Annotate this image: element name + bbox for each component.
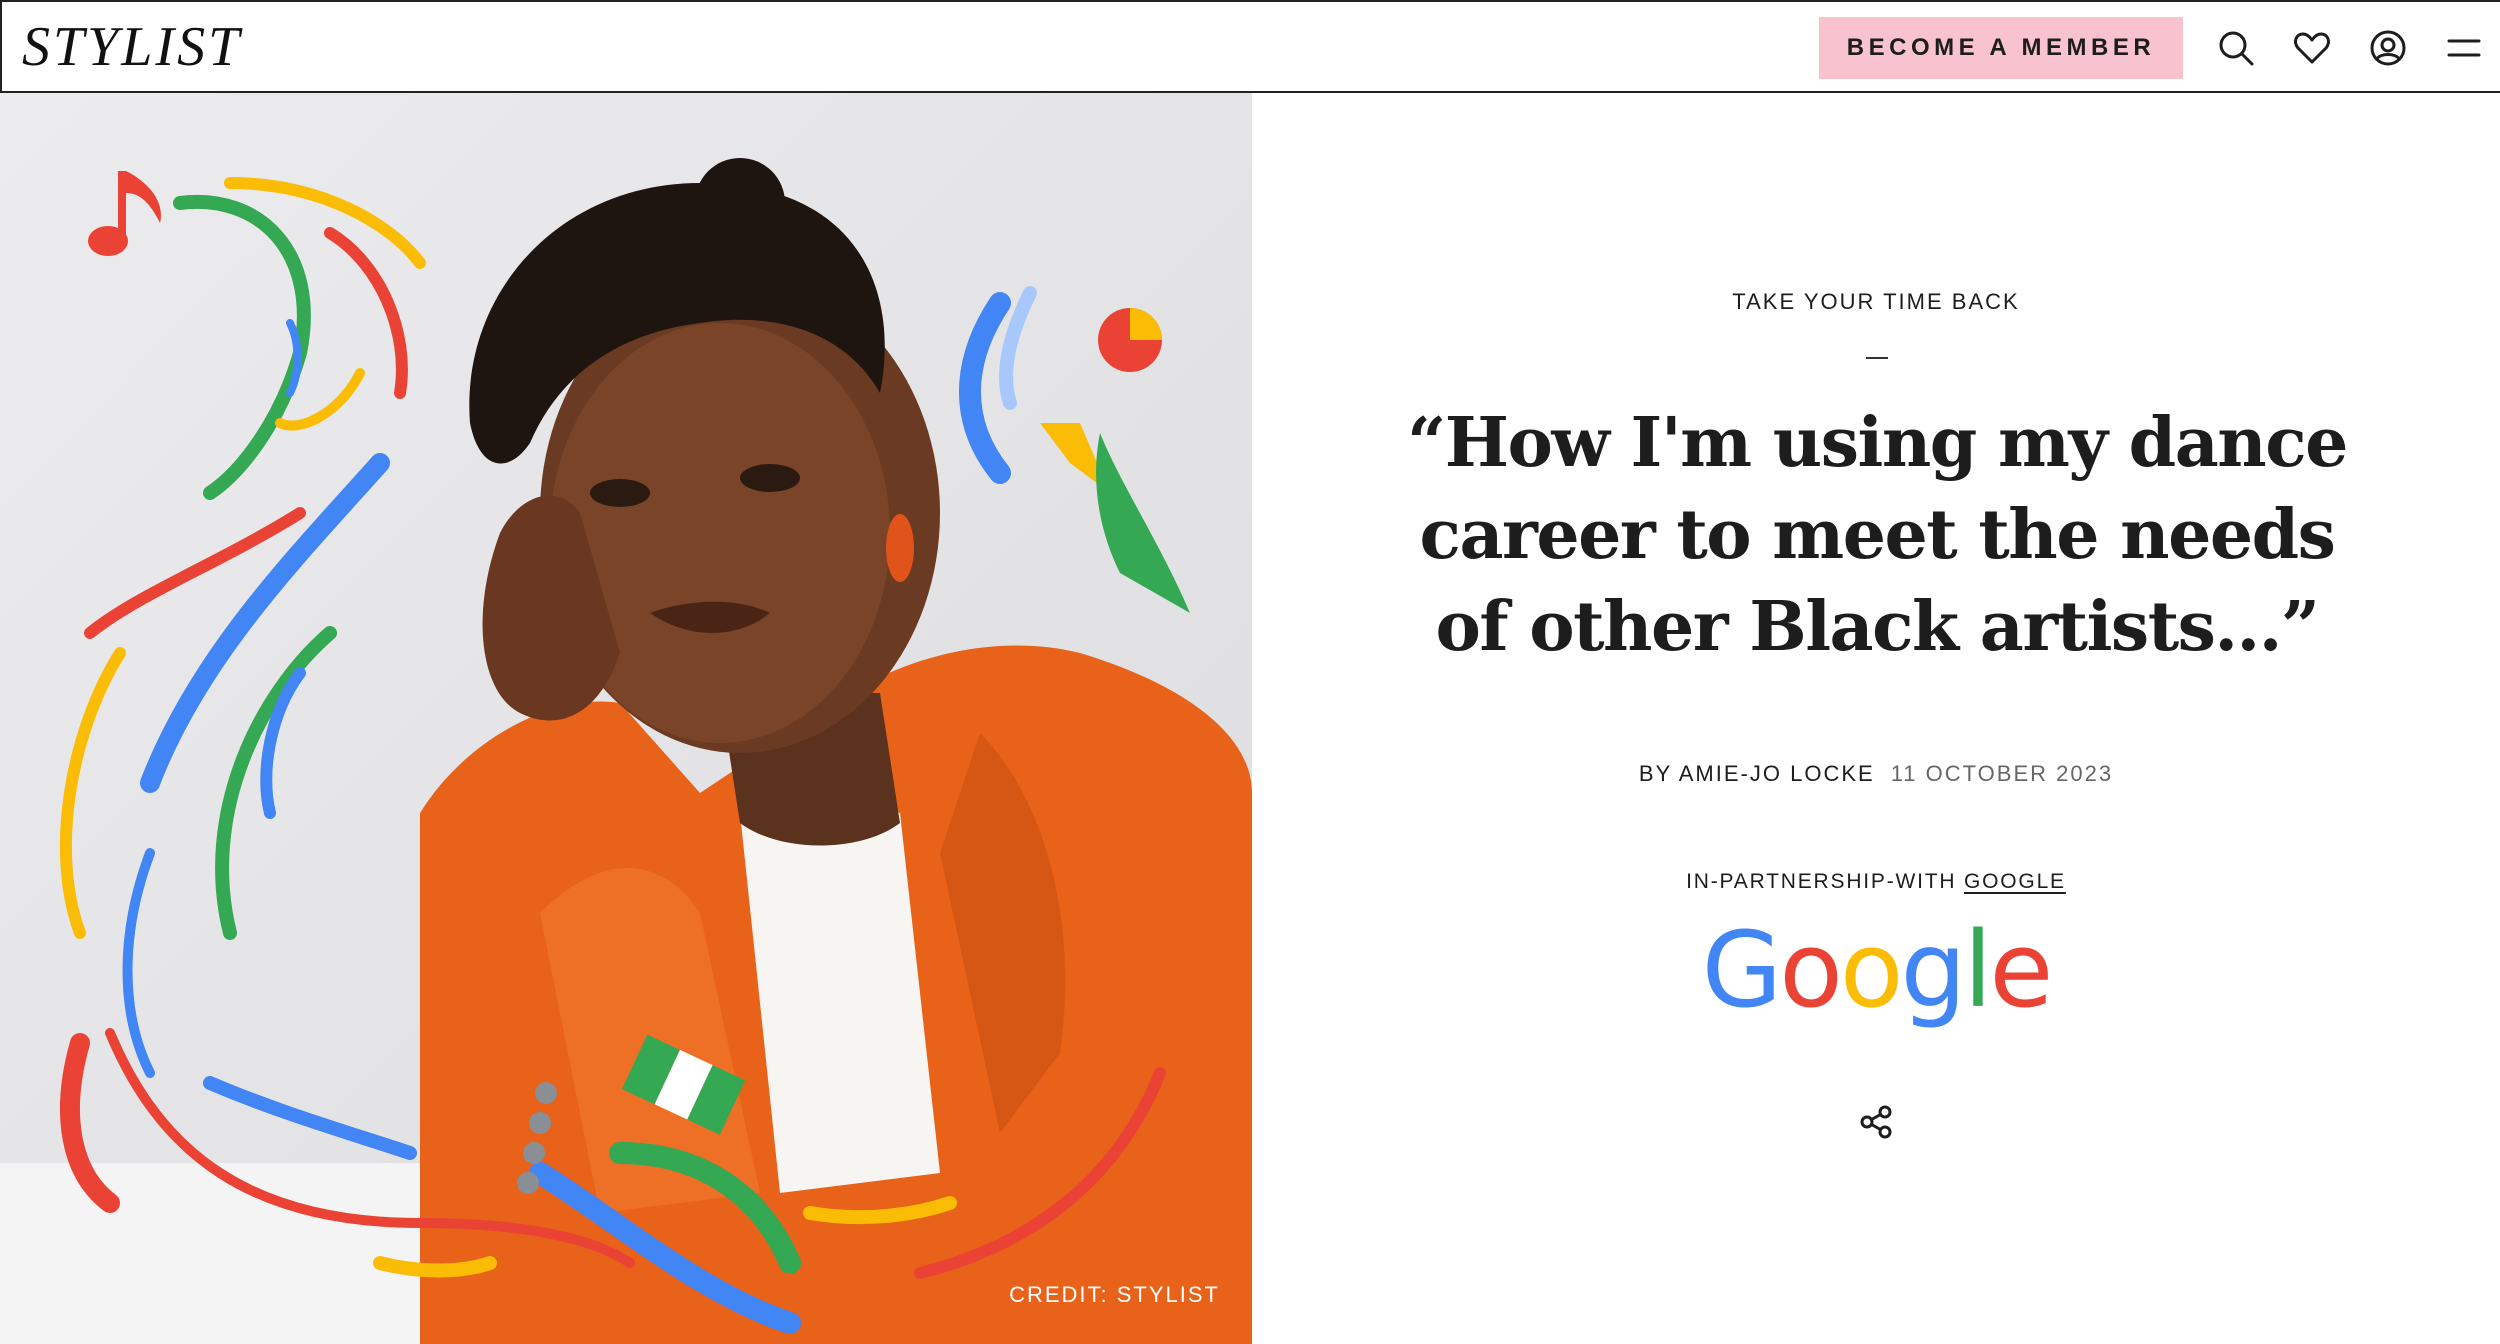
account-icon[interactable] <box>2366 26 2410 70</box>
google-logo[interactable]: Google <box>1252 905 2500 1035</box>
become-member-button[interactable]: BECOME A MEMBER <box>1819 17 2183 79</box>
partner-link[interactable]: GOOGLE <box>1964 870 2066 893</box>
site-header: STYLIST BECOME A MEMBER <box>0 0 2500 93</box>
logo-letter: G <box>1701 909 1783 1031</box>
logo-letter: g <box>1900 909 1966 1031</box>
hero-image: CREDIT: STYLIST <box>0 93 1252 1344</box>
partnership-prefix: IN-PARTNERSHIP-WITH <box>1686 870 1957 893</box>
logo-letter: o <box>1779 909 1843 1031</box>
article-headline: “How I'm using my dance career to meet t… <box>1407 403 2348 667</box>
logo-letter: e <box>1989 909 2053 1031</box>
share-icon[interactable] <box>1858 1103 1896 1141</box>
byline: BY AMIE-JO LOCKE 11 OCTOBER 2023 <box>1252 761 2500 787</box>
menu-icon[interactable] <box>2442 26 2486 70</box>
logo-letter: l <box>1963 909 1993 1031</box>
article-kicker[interactable]: TAKE YOUR TIME BACK <box>1252 289 2500 315</box>
publish-date: 11 OCTOBER 2023 <box>1890 761 2114 786</box>
heart-icon[interactable] <box>2290 26 2334 70</box>
image-credit: CREDIT: STYLIST <box>1009 1282 1220 1307</box>
author-name[interactable]: BY AMIE-JO LOCKE <box>1639 761 1875 786</box>
site-logo[interactable]: STYLIST <box>22 16 242 78</box>
logo-letter: o <box>1839 909 1904 1031</box>
divider <box>1866 357 1888 359</box>
hero-illustration <box>0 93 1252 1344</box>
search-icon[interactable] <box>2214 26 2258 70</box>
partnership-label: IN-PARTNERSHIP-WITH GOOGLE <box>1252 870 2500 894</box>
article-header: TAKE YOUR TIME BACK “How I'm using my da… <box>1252 93 2500 1344</box>
